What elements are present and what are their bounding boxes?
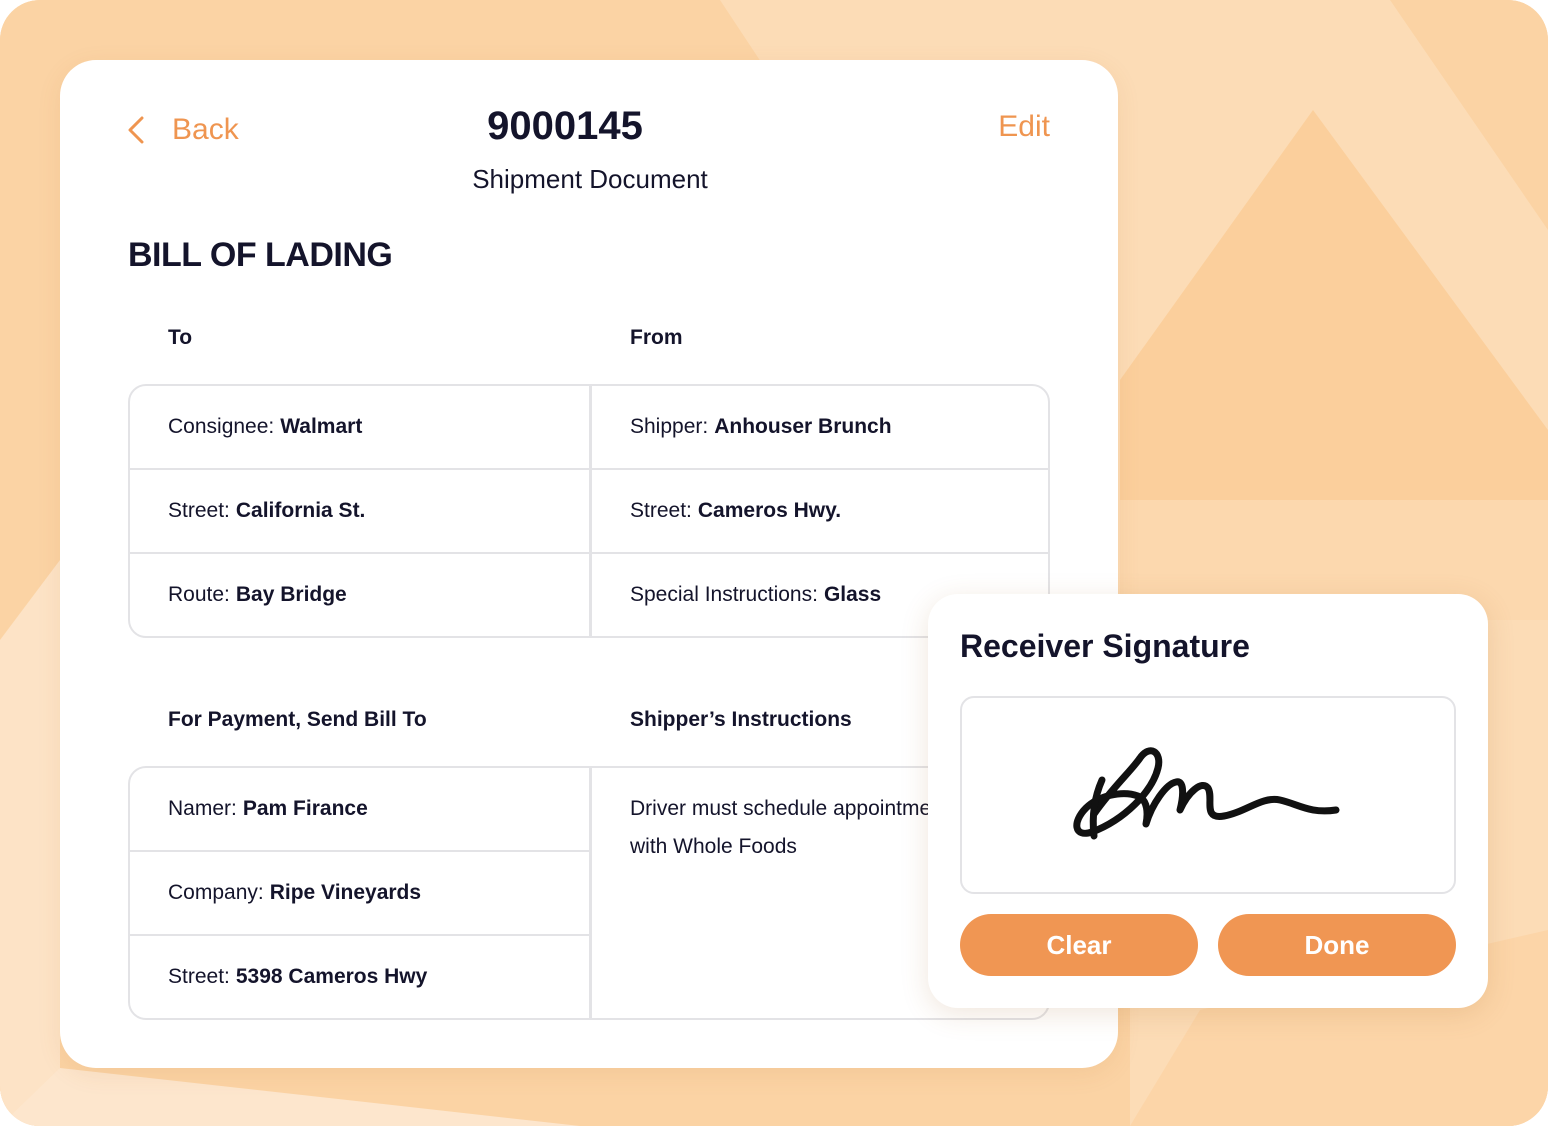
shipper-label: Shipper: xyxy=(630,415,709,438)
from-heading: From xyxy=(630,326,683,349)
shipper-cell: Shipper: Anhouser Brunch xyxy=(592,386,1048,470)
signature-stroke xyxy=(1073,747,1340,840)
to-street-value: California St. xyxy=(235,499,366,522)
document-type: Shipment Document xyxy=(472,164,708,194)
to-heading: To xyxy=(168,326,193,349)
name-cell: Namer: Pam Firance xyxy=(130,768,592,852)
to-street-cell: Street: California St. xyxy=(130,470,592,554)
route-label: Route: xyxy=(168,583,230,606)
consignee-cell: Consignee: Walmart xyxy=(130,386,592,470)
back-button[interactable]: Back xyxy=(126,108,239,152)
from-street-value: Cameros Hwy. xyxy=(697,499,842,522)
consignee-label: Consignee: xyxy=(168,415,275,438)
route-value: Bay Bridge xyxy=(235,583,347,606)
edit-button[interactable]: Edit xyxy=(998,110,1050,144)
shipper-value: Anhouser Brunch xyxy=(714,415,892,438)
from-street-label: Street: xyxy=(630,499,692,522)
route-cell: Route: Bay Bridge xyxy=(130,554,592,636)
chevron-left-icon xyxy=(128,116,144,144)
company-value: Ripe Vineyards xyxy=(269,881,422,904)
special-instructions-label: Special Instructions: xyxy=(630,583,818,606)
clear-button[interactable]: Clear xyxy=(960,914,1198,976)
back-label: Back xyxy=(172,113,239,146)
company-cell: Company: Ripe Vineyards xyxy=(130,852,592,936)
receiver-signature-panel: Receiver Signature Clear Done xyxy=(928,594,1488,1008)
payment-street-cell: Street: 5398 Cameros Hwy xyxy=(130,936,592,1018)
to-from-table: Consignee: Walmart Shipper: Anhouser Bru… xyxy=(128,384,1050,638)
name-label: Namer: xyxy=(168,797,237,820)
signature-title: Receiver Signature xyxy=(960,628,1250,664)
payment-street-label: Street: xyxy=(168,965,230,988)
special-instructions-value: Glass xyxy=(823,583,882,606)
document-number: 9000145 xyxy=(487,104,643,148)
signature-pad[interactable] xyxy=(960,696,1456,894)
name-value: Pam Firance xyxy=(242,797,368,820)
to-street-label: Street: xyxy=(168,499,230,522)
page-title: BILL OF LADING xyxy=(128,236,393,274)
done-button[interactable]: Done xyxy=(1218,914,1456,976)
shipper-instructions-heading: Shipper’s Instructions xyxy=(630,708,852,731)
company-label: Company: xyxy=(168,881,264,904)
from-street-cell: Street: Cameros Hwy. xyxy=(592,470,1048,554)
consignee-value: Walmart xyxy=(280,415,363,438)
payment-street-value: 5398 Cameros Hwy xyxy=(235,965,428,988)
bill-to-heading: For Payment, Send Bill To xyxy=(168,708,427,731)
payment-table: Namer: Pam Firance Company: Ripe Vineyar… xyxy=(128,766,1050,1020)
